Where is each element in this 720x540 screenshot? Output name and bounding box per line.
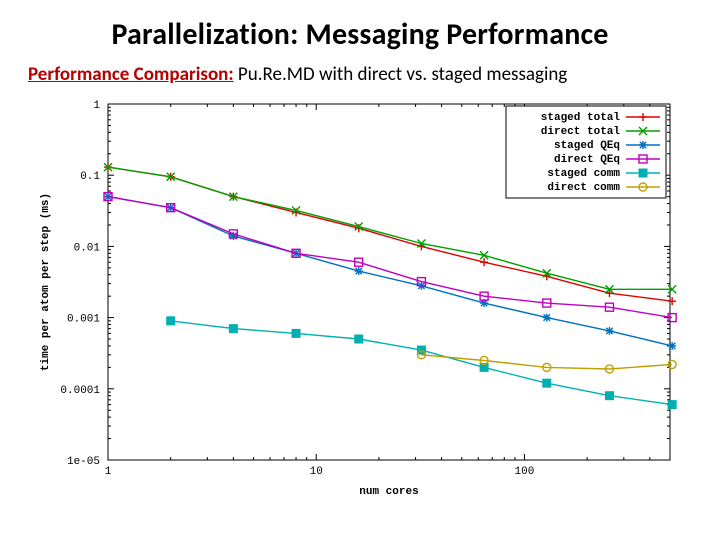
series-staged-comm bbox=[167, 317, 676, 409]
svg-text:direct QEq: direct QEq bbox=[554, 154, 620, 166]
series-direct-QEq bbox=[104, 193, 676, 322]
slide-subtitle: Performance Comparison: Pu.Re.MD with di… bbox=[28, 63, 692, 86]
slide-title: Parallelization: Messaging Performance bbox=[28, 16, 692, 53]
svg-text:staged comm: staged comm bbox=[547, 168, 620, 180]
chart-container: 1 0.1 0.01 0.001 0.0001 1e-05 1 10 100 time per a… bbox=[30, 92, 690, 502]
svg-text:0.01: 0.01 bbox=[74, 242, 101, 254]
svg-text:time per atom per step (ms): time per atom per step (ms) bbox=[40, 193, 52, 371]
svg-text:0.001: 0.001 bbox=[67, 314, 100, 326]
svg-text:num cores: num cores bbox=[359, 486, 418, 498]
svg-text:direct total: direct total bbox=[541, 126, 621, 138]
svg-text:0.1: 0.1 bbox=[80, 171, 100, 183]
chart-legend: staged total direct total staged QEq direct… bbox=[506, 106, 666, 198]
svg-text:1: 1 bbox=[93, 100, 100, 112]
svg-text:1: 1 bbox=[105, 466, 112, 478]
subtitle-rest: Pu.Re.MD with direct vs. staged messagin… bbox=[234, 63, 568, 86]
svg-text:staged QEq: staged QEq bbox=[554, 140, 620, 152]
svg-text:10: 10 bbox=[310, 466, 323, 478]
subtitle-leadin: Performance Comparison: bbox=[28, 63, 234, 86]
series-direct-comm bbox=[417, 351, 676, 373]
svg-text:staged total: staged total bbox=[541, 112, 621, 124]
svg-text:direct comm: direct comm bbox=[547, 182, 620, 194]
svg-text:100: 100 bbox=[515, 466, 535, 478]
svg-text:0.0001: 0.0001 bbox=[60, 385, 100, 397]
svg-text:1e-05: 1e-05 bbox=[67, 456, 100, 468]
performance-chart: 1 0.1 0.01 0.001 0.0001 1e-05 1 10 100 time per a… bbox=[30, 92, 690, 502]
